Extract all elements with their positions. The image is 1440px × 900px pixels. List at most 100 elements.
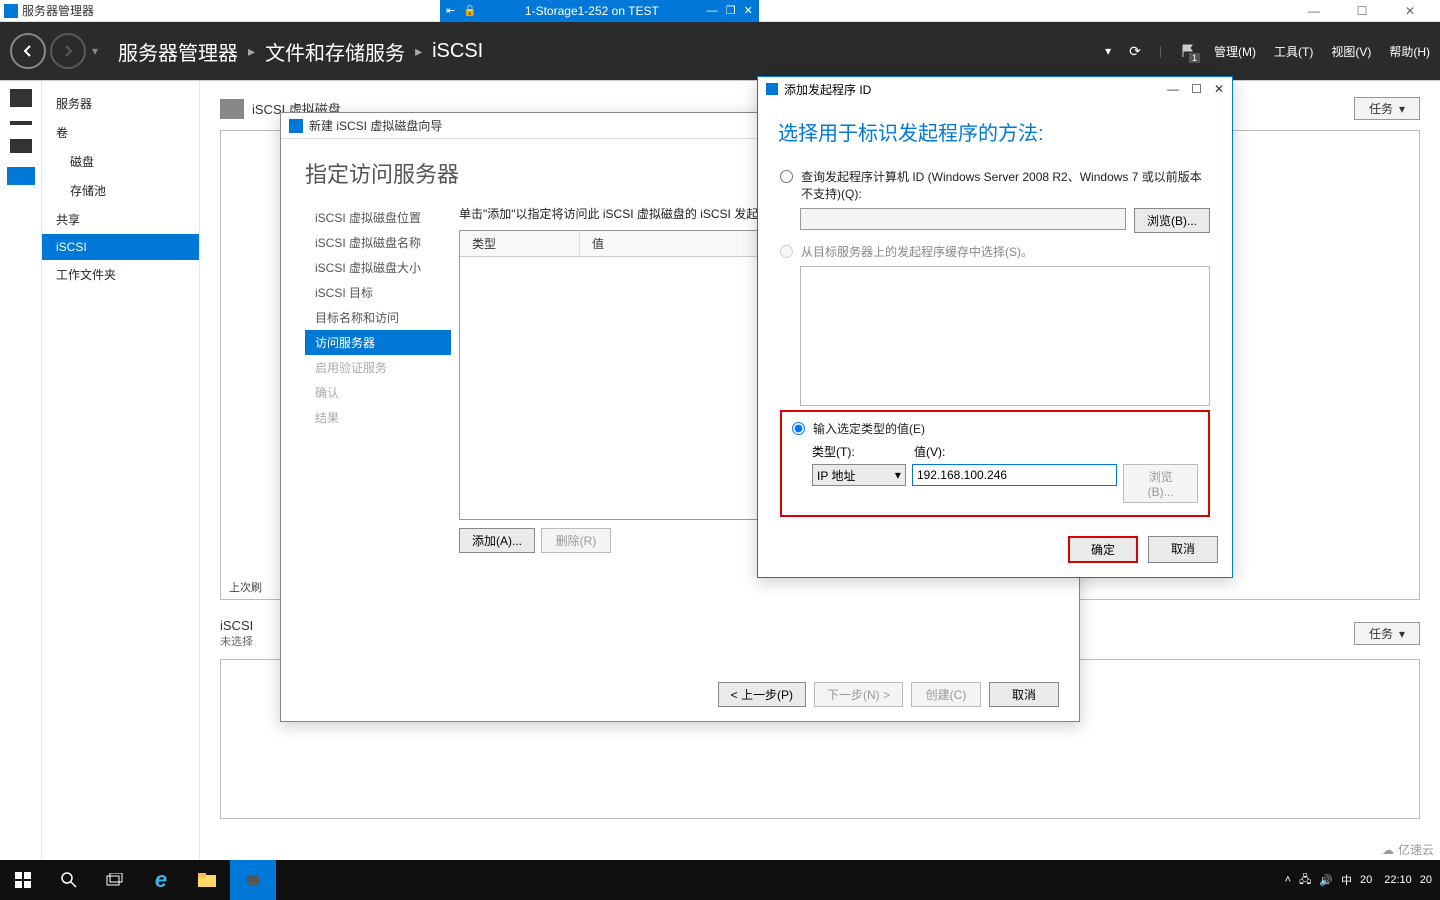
initiator-window-controls: — ☐ ✕ [1167, 82, 1224, 96]
server-manager-taskbar-icon[interactable] [230, 860, 276, 900]
add-button[interactable]: 添加(A)... [459, 528, 535, 553]
step-target[interactable]: iSCSI 目标 [305, 280, 451, 305]
step-size[interactable]: iSCSI 虚拟磁盘大小 [305, 255, 451, 280]
chevron-down-icon: ▾ [895, 468, 901, 482]
next-button: 下一步(N) > [814, 682, 903, 707]
explorer-icon[interactable] [184, 860, 230, 900]
nav-disks[interactable]: 磁盘 [42, 147, 199, 176]
network-icon[interactable]: 🖧 [1299, 871, 1311, 890]
taskview-icon[interactable] [92, 860, 138, 900]
pin-icon[interactable]: ⇤ [446, 4, 455, 17]
cancel-button[interactable]: 取消 [989, 682, 1059, 707]
outer-maximize-icon[interactable]: ☐ [1342, 0, 1382, 22]
dlg-cancel-button[interactable]: 取消 [1148, 536, 1218, 563]
rail-storage-icon[interactable] [7, 167, 35, 185]
header-dropdown-icon[interactable]: ▾ [1105, 44, 1111, 58]
clock[interactable]: 22:10 [1384, 874, 1412, 886]
notification-flag-icon[interactable] [1180, 43, 1196, 59]
tray-num1: 20 [1360, 874, 1372, 886]
initiator-icon [766, 83, 778, 95]
lock-icon[interactable]: 🔒 [463, 4, 477, 17]
vm-minimize-icon[interactable]: — [707, 5, 718, 17]
nav-dropdown-icon[interactable]: ▾ [92, 44, 98, 58]
value-input[interactable] [912, 464, 1117, 486]
volume-icon[interactable]: 🔊 [1319, 874, 1333, 887]
wizard-icon [289, 119, 303, 133]
refresh-icon[interactable]: ⟳ [1129, 43, 1141, 60]
chevron-down-icon: ▾ [1399, 627, 1405, 641]
nav-workfolders[interactable]: 工作文件夹 [42, 260, 199, 289]
vm-app-title: 服务器管理器 [0, 2, 200, 19]
header-sep: | [1159, 44, 1162, 58]
vm-close-icon[interactable]: ✕ [744, 4, 753, 17]
wizard-steps: iSCSI 虚拟磁盘位置 iSCSI 虚拟磁盘名称 iSCSI 虚拟磁盘大小 i… [281, 205, 451, 553]
menu-view[interactable]: 视图(V) [1331, 43, 1371, 60]
nav-shares[interactable]: 共享 [42, 205, 199, 234]
radio-query[interactable] [780, 170, 793, 183]
nav-volumes[interactable]: 卷 [42, 118, 199, 147]
rail-dashboard-icon[interactable] [10, 89, 32, 107]
disk-icon [220, 99, 244, 119]
nav-servers[interactable]: 服务器 [42, 89, 199, 118]
nav-pools[interactable]: 存储池 [42, 176, 199, 205]
tasks-label: 任务 [1369, 625, 1393, 642]
ime-indicator[interactable]: 中 [1341, 872, 1352, 888]
outer-minimize-icon[interactable]: — [1294, 0, 1334, 22]
browse-button-1[interactable]: 浏览(B)... [1134, 208, 1210, 233]
crumb-root[interactable]: 服务器管理器 [118, 37, 238, 66]
dlg-minimize-icon[interactable]: — [1167, 82, 1179, 96]
taskbar: e ˄ 🖧 🔊 中 20 22:10 20 [0, 860, 1440, 900]
step-target-name[interactable]: 目标名称和访问 [305, 305, 451, 330]
query-input[interactable] [800, 208, 1126, 230]
step-access[interactable]: 访问服务器 [305, 330, 451, 355]
initiator-titlebar[interactable]: 添加发起程序 ID — ☐ ✕ [758, 77, 1232, 101]
outer-close-icon[interactable]: ✕ [1390, 0, 1430, 22]
radio-enter[interactable] [792, 422, 805, 435]
outer-window-controls: — ☐ ✕ [1294, 0, 1440, 22]
prev-button[interactable]: < 上一步(P) [718, 682, 806, 707]
step-location[interactable]: iSCSI 虚拟磁盘位置 [305, 205, 451, 230]
tray-up-icon[interactable]: ˄ [1285, 874, 1291, 886]
radio-cache [780, 245, 793, 258]
type-select[interactable]: IP 地址 ▾ [812, 464, 906, 486]
option-enter: 输入选定类型的值(E) [792, 420, 1198, 437]
ie-icon[interactable]: e [138, 860, 184, 900]
wizard-footer: < 上一步(P) 下一步(N) > 创建(C) 取消 [718, 682, 1059, 707]
tasks-button-1[interactable]: 任务 ▾ [1354, 97, 1420, 120]
section2-sub: 未选择 [220, 633, 253, 649]
crumb-service[interactable]: 文件和存储服务 [265, 37, 405, 66]
rail-local-icon[interactable] [10, 121, 32, 125]
vm-app-title-text: 服务器管理器 [22, 2, 94, 19]
chevron-down-icon: ▾ [1399, 102, 1405, 116]
label-value: 值(V): [914, 443, 945, 460]
systray: ˄ 🖧 🔊 中 20 22:10 20 [1285, 871, 1440, 890]
initiator-title-text: 添加发起程序 ID [784, 81, 871, 98]
server-manager-header: ▾ 服务器管理器 ▸ 文件和存储服务 ▸ iSCSI ▾ ⟳ | 管理(M) 工… [0, 22, 1440, 80]
step-confirm: 确认 [305, 380, 451, 405]
crumb-page[interactable]: iSCSI [432, 40, 483, 63]
add-initiator-dialog: 添加发起程序 ID — ☐ ✕ 选择用于标识发起程序的方法: 查询发起程序计算机… [757, 76, 1233, 578]
last-run-label: 上次刷 [229, 579, 262, 595]
option-cache: 从目标服务器上的发起程序缓存中选择(S)。 [780, 243, 1210, 260]
th-type[interactable]: 类型 [460, 231, 580, 256]
initiator-heading: 选择用于标识发起程序的方法: [758, 101, 1232, 158]
tasks-button-2[interactable]: 任务 ▾ [1354, 622, 1420, 645]
icon-rail [0, 81, 42, 860]
nav-back-button[interactable] [10, 33, 46, 69]
dlg-maximize-icon[interactable]: ☐ [1191, 82, 1202, 96]
dlg-close-icon[interactable]: ✕ [1214, 82, 1224, 96]
type-select-value: IP 地址 [817, 467, 855, 484]
menu-tools[interactable]: 工具(T) [1274, 43, 1313, 60]
menu-manage[interactable]: 管理(M) [1214, 43, 1256, 60]
ok-button[interactable]: 确定 [1068, 536, 1138, 563]
vm-restore-icon[interactable]: ❐ [726, 4, 736, 17]
th-value[interactable]: 值 [580, 231, 616, 256]
nav-iscsi[interactable]: iSCSI [42, 234, 199, 260]
start-button[interactable] [0, 860, 46, 900]
menu-help[interactable]: 帮助(H) [1389, 43, 1430, 60]
rail-all-icon[interactable] [10, 139, 32, 153]
search-icon[interactable] [46, 860, 92, 900]
create-button: 创建(C) [911, 682, 981, 707]
step-name[interactable]: iSCSI 虚拟磁盘名称 [305, 230, 451, 255]
cloud-icon: ☁ [1382, 843, 1394, 857]
